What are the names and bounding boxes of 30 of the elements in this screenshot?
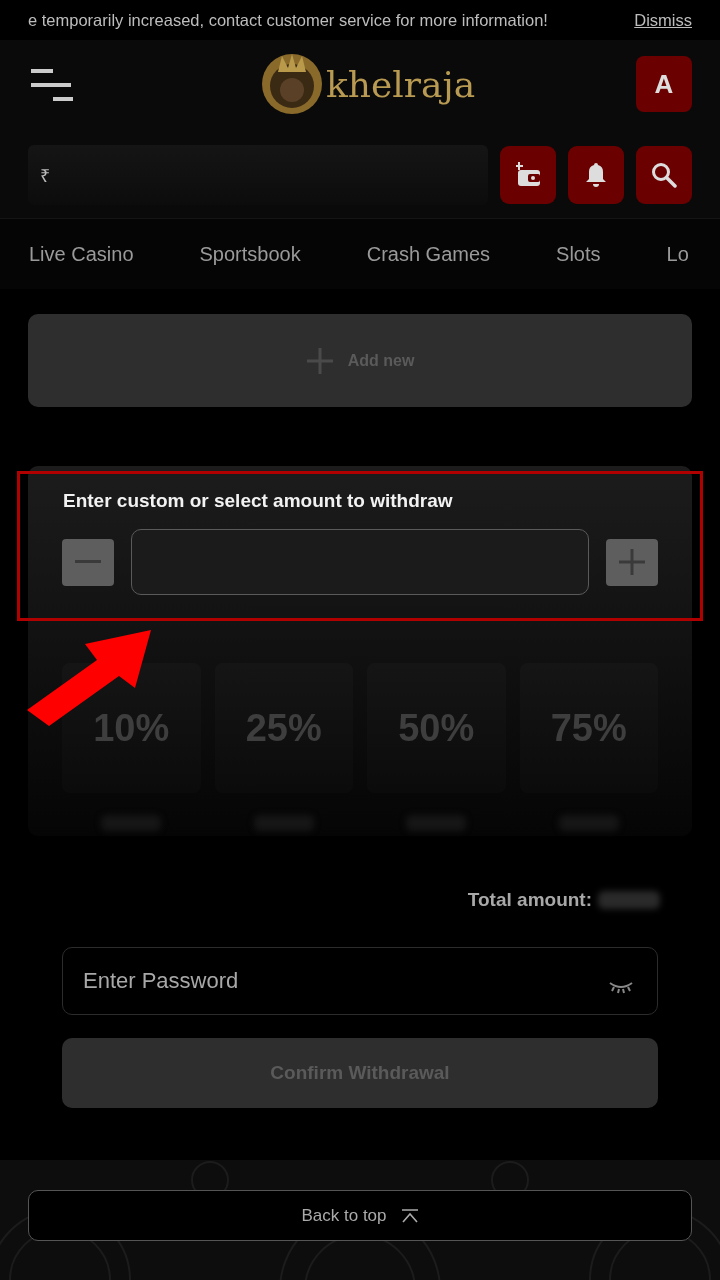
search-button[interactable] <box>636 146 692 204</box>
total-label: Total amount: <box>467 889 592 911</box>
logo-text: khelraja <box>326 63 476 105</box>
notice-text: e temporarily increased, contact customer service for more information! <box>28 10 548 30</box>
bell-icon <box>585 162 607 188</box>
category-tab[interactable]: Live Casino <box>29 242 134 266</box>
dismiss-link[interactable]: Dismiss <box>634 10 692 30</box>
increase-button[interactable] <box>606 538 658 586</box>
emblem-icon <box>260 52 324 116</box>
plus-icon <box>619 549 645 575</box>
plus-icon <box>305 346 334 375</box>
category-tab[interactable]: Lo <box>666 242 689 266</box>
amount-field[interactable] <box>131 529 589 595</box>
wallet-icon <box>514 162 542 188</box>
category-tab[interactable]: Sportsbook <box>199 242 301 266</box>
search-icon <box>651 162 677 188</box>
minus-icon <box>75 560 101 564</box>
password-field[interactable]: Enter Password <box>62 947 658 1015</box>
account-button[interactable]: A <box>636 56 692 112</box>
notifications-button[interactable] <box>568 146 624 204</box>
back-to-top-button[interactable]: Back to top <box>28 1190 692 1241</box>
decrease-button[interactable] <box>62 538 114 586</box>
eye-closed-icon[interactable] <box>608 981 634 995</box>
wallet-button[interactable] <box>500 146 556 204</box>
category-tab[interactable]: Slots <box>556 242 601 266</box>
category-tab[interactable]: Crash Games <box>366 242 491 266</box>
blurred-value <box>598 891 660 909</box>
chevron-up-icon <box>400 1208 419 1223</box>
menu-icon[interactable] <box>31 69 73 103</box>
withdraw-title: Enter custom or select amount to withdraw <box>63 490 454 512</box>
